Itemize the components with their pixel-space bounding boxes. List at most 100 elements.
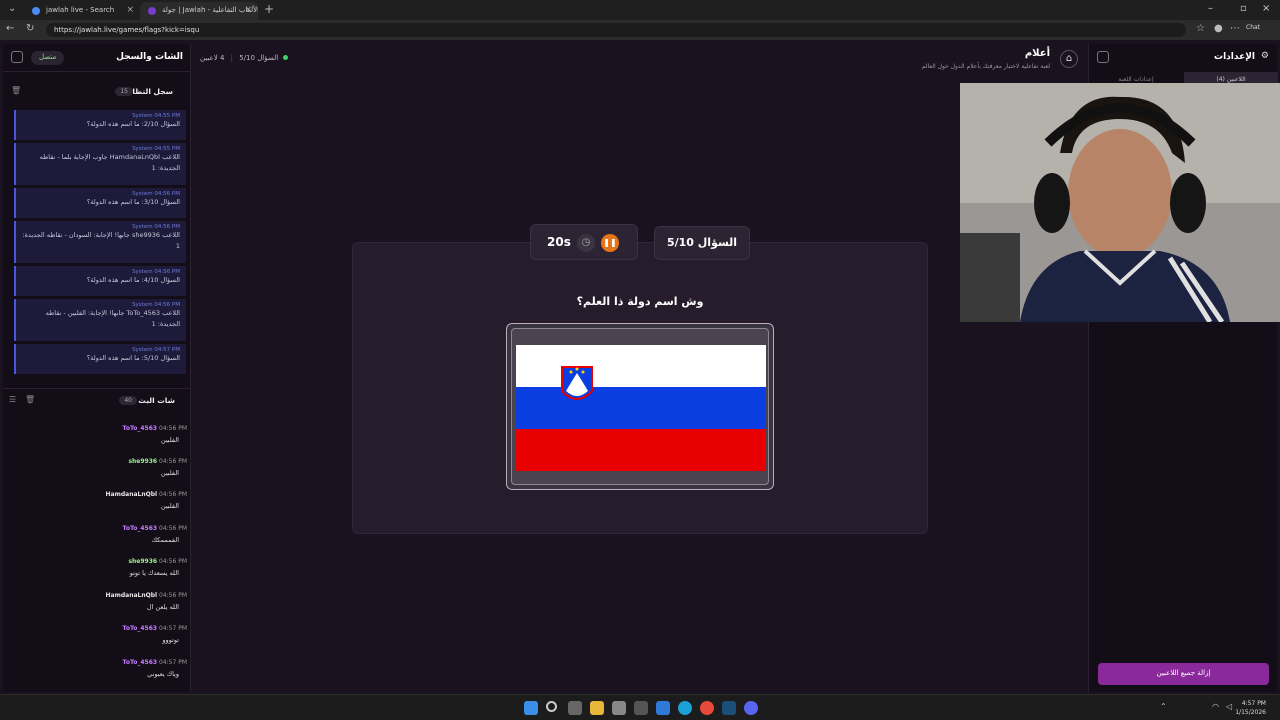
game-title: أعلام (1024, 48, 1050, 59)
chrome-icon[interactable] (700, 701, 714, 715)
status-label: متصل (39, 53, 57, 61)
start-icon[interactable] (524, 701, 538, 715)
timer-box: 20s ◷ ❚❚ (530, 224, 638, 260)
kick-all-players-button[interactable]: إزالة جميع اللاعبين (1098, 663, 1269, 685)
chat-panel-header: متصل الشات والسجل (3, 44, 191, 72)
back-icon[interactable]: ← (6, 23, 14, 34)
system-log-entry: System 04:56 PM السؤال 4/10: ما اسم هذه … (14, 266, 186, 296)
question-progress-small: السؤال 5/10 (239, 54, 279, 62)
taskbar-clock[interactable]: 4:57 PM 1/15/2026 (1235, 699, 1266, 717)
favorites-icon[interactable]: ☆ (1196, 23, 1205, 34)
chat-username[interactable]: HamdanaLnQbl (106, 491, 158, 498)
chat-message: HamdanaLnQbl 04:56 PM الله يلعن ال (11, 592, 187, 611)
system-log-entry: System 04:56 PM السؤال 3/10: ما اسم هذه … (14, 188, 186, 218)
trash-icon[interactable]: 🗑 (25, 395, 35, 404)
clock-time: 4:57 PM (1241, 700, 1266, 707)
chat-username[interactable]: ToTo_4563 (123, 659, 158, 666)
tab-jawlah[interactable]: جولة | Jawlah - منصة الألعاب التفاعلية × (140, 2, 258, 20)
tab-label: اللاعبين (4) (1216, 76, 1246, 83)
maximize-icon[interactable]: ▫ (1240, 3, 1247, 14)
windows-taskbar: ⌃ ◠ ◁ 4:57 PM 1/15/2026 (0, 694, 1280, 720)
system-log-entry: System 04:56 PM اللاعب ToTo_4563 جابها! … (14, 299, 186, 341)
settings-title: الإعدادات (1214, 52, 1255, 62)
chat-message: HamdanaLnQbl 04:56 PM الفلبين (11, 491, 187, 510)
app-icon[interactable] (634, 701, 648, 715)
system-log-header: سجل النظام 15 🗑 (3, 82, 191, 102)
system-log-entry: System 04:55 PM اللاعب HamdanaLnQbl جاوب… (14, 143, 186, 185)
trash-icon[interactable]: 🗑 (11, 86, 21, 95)
system-log-entry: System 04:56 PM اللاعب she9936 جابها! ال… (14, 221, 186, 263)
entry-text: السؤال 5/10: ما اسم هذه الدولة؟ (86, 354, 180, 362)
timestamp: 04:56 PM (159, 525, 187, 532)
entry-text: السؤال 2/10: ما اسم هذه الدولة؟ (86, 120, 180, 128)
tab-menu-icon[interactable]: ⌄ (8, 3, 16, 14)
browser-tab-bar: ⌄ jawlah live - Search × جولة | Jawlah -… (0, 0, 1280, 20)
online-dot-icon (283, 55, 289, 60)
close-window-icon[interactable]: × (1262, 3, 1270, 14)
chat-message: ToTo_4563 04:57 PM توتووو (11, 625, 187, 644)
chat-text: الفلبين (160, 502, 179, 510)
edge-icon[interactable] (678, 701, 692, 715)
tab-label: jawlah live - Search (46, 6, 115, 14)
clock-icon: ◷ (577, 234, 595, 252)
chat-log-panel: متصل الشات والسجل سجل النظام 15 🗑 System… (3, 44, 191, 692)
close-tab-icon[interactable]: × (126, 5, 134, 15)
close-tab-icon[interactable]: × (244, 5, 252, 15)
chat-text: وياك يعيوني (147, 670, 179, 678)
new-tab-icon[interactable]: + (264, 2, 274, 16)
entry-text: اللاعب HamdanaLnQbl جاوب الإجابة بلما - … (39, 153, 180, 172)
chat-username[interactable]: she9936 (128, 458, 157, 465)
collapse-right-panel-icon[interactable] (1097, 51, 1109, 63)
home-icon[interactable]: ⌂ (1060, 50, 1078, 68)
chat-username[interactable]: HamdanaLnQbl (106, 592, 158, 599)
live-chat-title: شات البث (138, 396, 175, 405)
live-chat-header: شات البث 40 ☰ 🗑 (3, 391, 191, 411)
copilot-chat-button[interactable]: Chat (1246, 24, 1276, 36)
chat-text: الفلبين (160, 469, 179, 477)
filter-icon[interactable]: ☰ (9, 395, 16, 404)
clock-date: 1/15/2026 (1235, 709, 1266, 716)
minimize-icon[interactable]: – (1208, 3, 1213, 14)
entry-text: السؤال 4/10: ما اسم هذه الدولة؟ (86, 276, 180, 284)
timestamp: 04:56 PM (159, 425, 187, 432)
chat-text: الله يلعن ال (146, 603, 179, 611)
system-log-entry: System 04:55 PM السؤال 2/10: ما اسم هذه … (14, 110, 186, 140)
outlook-icon[interactable] (656, 701, 670, 715)
store-icon[interactable] (612, 701, 626, 715)
url-input[interactable]: https://jawlah.live/games/flags?kick=isq… (46, 23, 1186, 37)
live-chat-count: 40 (119, 396, 137, 405)
chat-username[interactable]: ToTo_4563 (123, 525, 158, 532)
game-status-line: السؤال 5/10 | 4 لاعبين (200, 54, 289, 62)
streamer-webcam-image (960, 83, 1280, 324)
game-subtitle: لعبة تفاعلية لاختبار معرفتك بأعلام الدول… (921, 63, 1050, 70)
task-view-icon[interactable] (568, 701, 582, 715)
flag-frame (506, 323, 774, 490)
question-counter: السؤال 5/10 (654, 226, 750, 260)
timestamp: 04:57 PM (159, 625, 187, 632)
more-icon[interactable]: ⋯ (1230, 23, 1240, 34)
file-explorer-icon[interactable] (590, 701, 604, 715)
tray-chevron-icon[interactable]: ⌃ (1160, 702, 1167, 711)
bing-favicon-icon (32, 7, 40, 15)
entry-text: اللاعب ToTo_4563 جابها! الإجابة: الفلبين… (45, 309, 180, 328)
chat-text: الفمممكك (151, 536, 179, 544)
volume-icon[interactable]: ◁ (1226, 702, 1232, 711)
tab-search[interactable]: jawlah live - Search × (24, 2, 140, 20)
chat-username[interactable]: ToTo_4563 (123, 425, 158, 432)
chat-message: ToTo_4563 04:56 PM الفمممكك (11, 525, 187, 544)
discord-icon[interactable] (744, 701, 758, 715)
system-log-count: 15 (115, 87, 133, 96)
webcam-overlay (960, 83, 1280, 324)
wifi-icon[interactable]: ◠ (1212, 702, 1219, 711)
connection-status-badge: متصل (31, 51, 65, 65)
timestamp: 04:56 PM (159, 558, 187, 565)
flag-image-container (511, 328, 769, 485)
search-icon[interactable] (546, 701, 557, 712)
profile-icon[interactable]: ● (1214, 23, 1223, 34)
pause-button[interactable]: ❚❚ (601, 234, 619, 252)
chat-username[interactable]: ToTo_4563 (123, 625, 158, 632)
collapse-panel-icon[interactable] (11, 51, 23, 63)
chat-username[interactable]: she9936 (128, 558, 157, 565)
steam-icon[interactable] (722, 701, 736, 715)
refresh-icon[interactable]: ↻ (26, 23, 34, 34)
